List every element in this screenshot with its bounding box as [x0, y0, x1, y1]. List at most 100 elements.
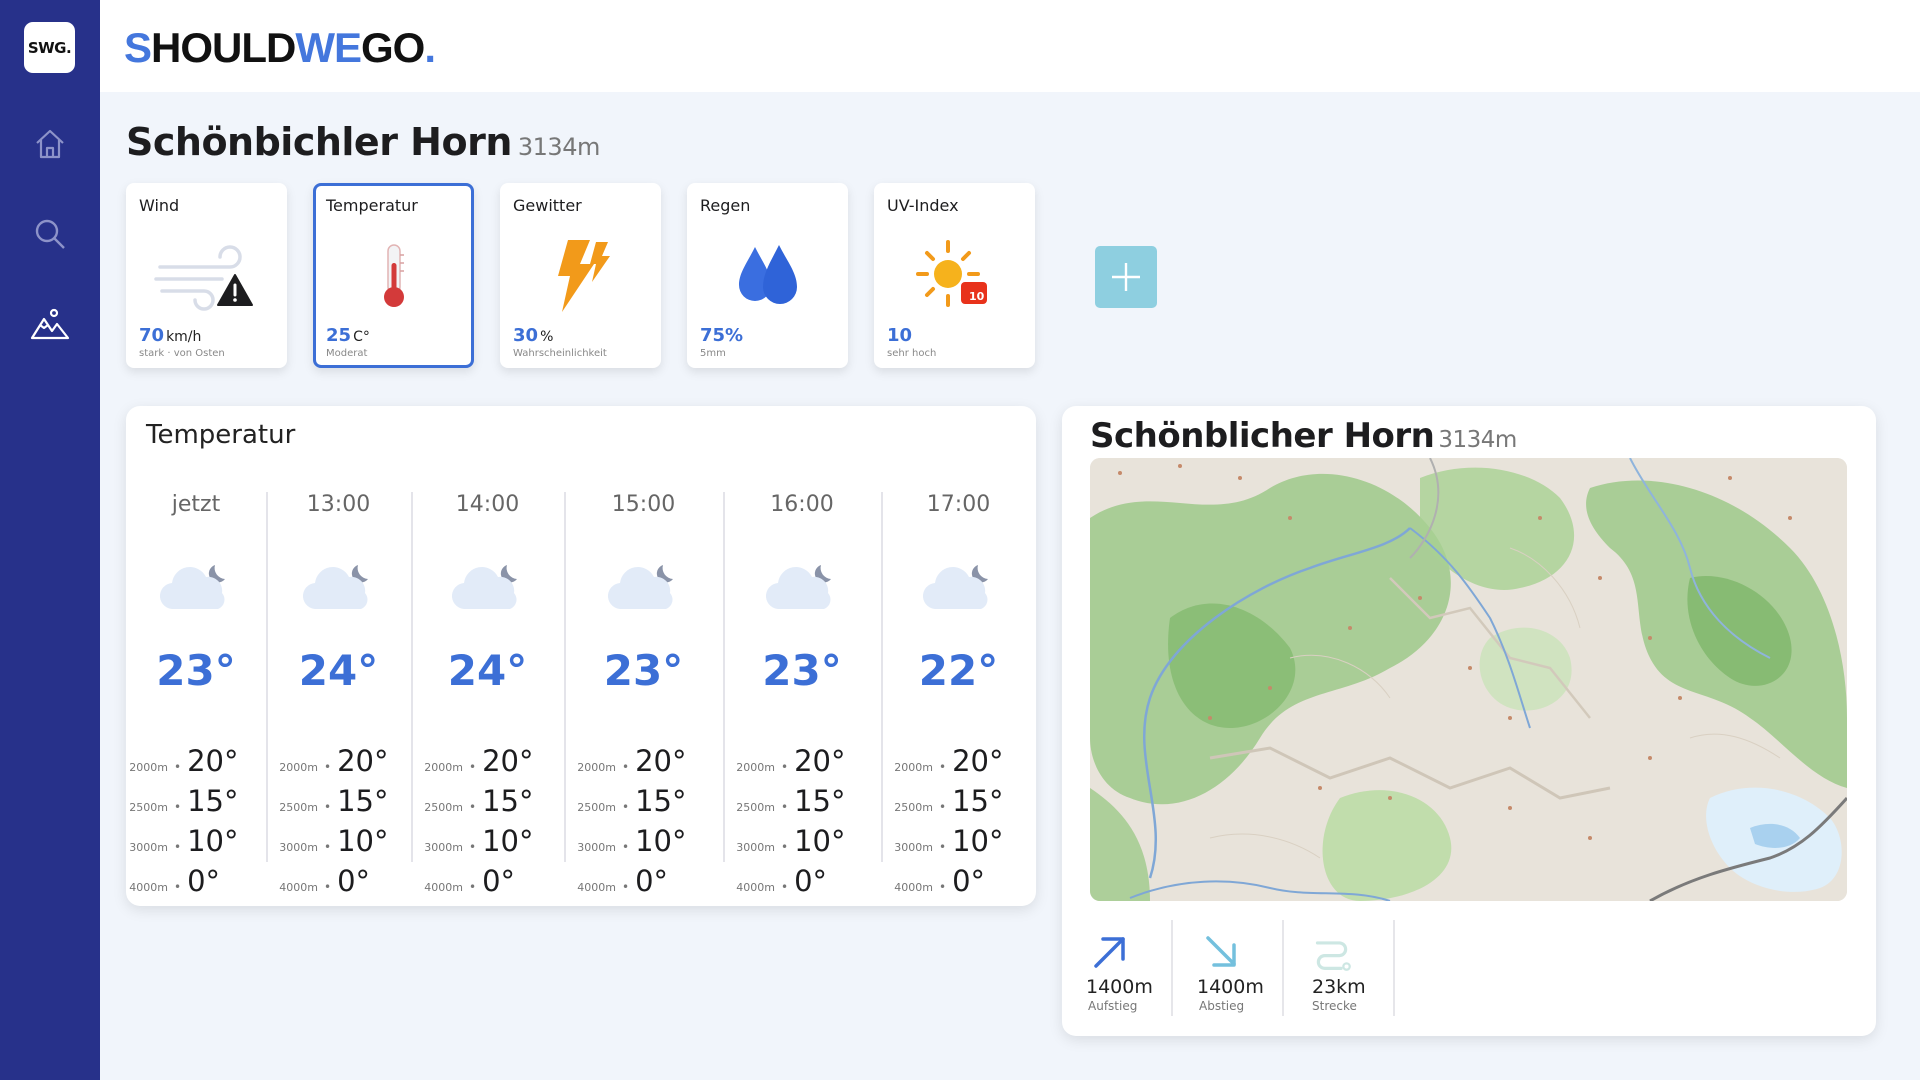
- bullet: •: [469, 840, 477, 854]
- panel-title: Temperatur: [146, 420, 296, 450]
- metric-subtext: Wahrscheinlichkeit: [513, 348, 607, 359]
- hour-time: 16:00: [770, 492, 834, 517]
- altitude-temperature-row: 3000m • 10°: [126, 824, 246, 860]
- altitude-temperature: 20°: [794, 744, 846, 778]
- uv-badge: 10: [969, 290, 985, 303]
- brand-logo[interactable]: SHOULDWEGO.: [124, 24, 436, 72]
- route-icon: [1315, 941, 1351, 971]
- altitude-temperature: 20°: [337, 744, 389, 778]
- brand-word: WE: [295, 24, 362, 71]
- stat-label: Aufstieg: [1088, 999, 1138, 1013]
- altitude-label: 2500m: [424, 801, 463, 814]
- stat-label: Abstieg: [1199, 999, 1245, 1013]
- altitude-label: 4000m: [279, 881, 318, 894]
- topographic-map[interactable]: [1090, 458, 1847, 901]
- altitude-temperature-row: 2000m • 20°: [733, 744, 853, 780]
- bullet: •: [174, 760, 182, 774]
- altitude-temperature: 0°: [794, 864, 828, 898]
- altitude-temperature-row: 2500m • 15°: [276, 784, 396, 820]
- altitude-temperature: 0°: [952, 864, 986, 898]
- app-logo[interactable]: SWG.: [24, 22, 75, 73]
- sidebar: SWG.: [0, 0, 100, 1080]
- bullet: •: [939, 760, 947, 774]
- altitude-label: 2000m: [736, 761, 775, 774]
- altitude-temperature-row: 4000m • 0°: [276, 864, 396, 900]
- altitude-temperature: 20°: [482, 744, 534, 778]
- altitude-temperature-row: 2000m • 20°: [574, 744, 694, 780]
- altitude-label: 3000m: [279, 841, 318, 854]
- altitude-label: 3000m: [129, 841, 168, 854]
- altitude-temperature: 10°: [952, 824, 1004, 858]
- metric-value: 75%: [700, 325, 744, 346]
- altitude-temperature: 10°: [482, 824, 534, 858]
- altitude-temperature-row: 4000m • 0°: [733, 864, 853, 900]
- cloud-moon-icon: [881, 561, 1036, 613]
- altitude-label: 2000m: [424, 761, 463, 774]
- metric-value: 70: [139, 325, 165, 346]
- altitude-temperature: 15°: [635, 784, 687, 818]
- metric-unit: %: [540, 329, 554, 345]
- altitude-label: 3000m: [894, 841, 933, 854]
- hour-column: 16:00 23° 2000m • 20° 2500m • 15° 3000m • 10° 4000m…: [723, 486, 881, 898]
- hour-temperature: 23°: [762, 646, 842, 695]
- altitude-temperature: 10°: [635, 824, 687, 858]
- mountain-icon[interactable]: [30, 304, 70, 344]
- altitude-temperature: 15°: [337, 784, 389, 818]
- altitude-temperature-row: 4000m • 0°: [421, 864, 541, 900]
- altitude-temperature-row: 3000m • 10°: [574, 824, 694, 860]
- metric-card-uv-index[interactable]: UV-Index 10 10 sehr hoch: [874, 183, 1035, 368]
- cloud-moon-icon: [723, 561, 881, 613]
- sun-uv-icon: 10: [874, 235, 1035, 317]
- stat-value: 1400m: [1197, 976, 1264, 998]
- bullet: •: [174, 840, 182, 854]
- bullet: •: [324, 760, 332, 774]
- temperature-panel: Temperatur jetzt 23° 2000m • 20° 2500m • 15° 300…: [126, 406, 1036, 906]
- altitude-temperature: 15°: [794, 784, 846, 818]
- hour-temperature: 22°: [918, 646, 999, 695]
- altitude-temperature-row: 2500m • 15°: [574, 784, 694, 820]
- hour-time: 17:00: [926, 492, 991, 517]
- altitude-temperature: 20°: [952, 744, 1004, 778]
- bullet: •: [622, 800, 630, 814]
- altitude-label: 2000m: [577, 761, 616, 774]
- altitude-temperature: 15°: [187, 784, 239, 818]
- altitude-temperature-row: 2500m • 15°: [126, 784, 246, 820]
- mountain-altitude: 3134m: [517, 133, 600, 161]
- metric-label: Regen: [700, 196, 751, 215]
- hour-column: 15:00 23° 2000m • 20° 2500m • 15° 3000m • 10° 4000m…: [564, 486, 723, 898]
- altitude-label: 2500m: [577, 801, 616, 814]
- route-panel: Schönblicher Horn 3134m 1400m Aufstieg 1…: [1062, 406, 1876, 1036]
- bullet: •: [781, 800, 789, 814]
- metric-card-wind[interactable]: Wind 70 km/h stark · von Osten: [126, 183, 287, 368]
- bullet: •: [781, 880, 789, 894]
- cloud-moon-icon: [411, 561, 564, 613]
- altitude-temperature: 0°: [337, 864, 371, 898]
- brand-dot: .: [424, 24, 436, 71]
- bullet: •: [622, 880, 630, 894]
- bullet: •: [324, 800, 332, 814]
- top-header: SHOULDWEGO.: [100, 0, 1920, 92]
- altitude-temperature-row: 2000m • 20°: [126, 744, 246, 780]
- brand-word: GO: [361, 24, 425, 71]
- altitude-label: 3000m: [577, 841, 616, 854]
- altitude-temperature: 0°: [482, 864, 516, 898]
- home-icon[interactable]: [30, 124, 70, 164]
- metric-subtext: Moderat: [326, 348, 368, 359]
- metric-card-thunderstorm[interactable]: Gewitter 30% Wahrscheinlichkeit: [500, 183, 661, 368]
- metric-label: UV-Index: [887, 196, 959, 215]
- altitude-temperature: 20°: [635, 744, 687, 778]
- search-icon[interactable]: [30, 214, 70, 254]
- route-altitude: 3134m: [1438, 427, 1517, 453]
- cloud-moon-icon: [564, 561, 723, 613]
- altitude-label: 2000m: [279, 761, 318, 774]
- stat-descent: 1400m Abstieg: [1173, 920, 1284, 1016]
- metric-label: Gewitter: [513, 196, 582, 215]
- add-metric-button[interactable]: [1095, 246, 1157, 308]
- metric-card-rain[interactable]: Regen 75% 5mm: [687, 183, 848, 368]
- bullet: •: [174, 880, 182, 894]
- altitude-label: 3000m: [736, 841, 775, 854]
- altitude-label: 2500m: [279, 801, 318, 814]
- cloud-moon-icon: [126, 561, 266, 613]
- metric-card-temperature[interactable]: Temperatur 25 C° Moderat: [313, 183, 474, 368]
- bullet: •: [469, 800, 477, 814]
